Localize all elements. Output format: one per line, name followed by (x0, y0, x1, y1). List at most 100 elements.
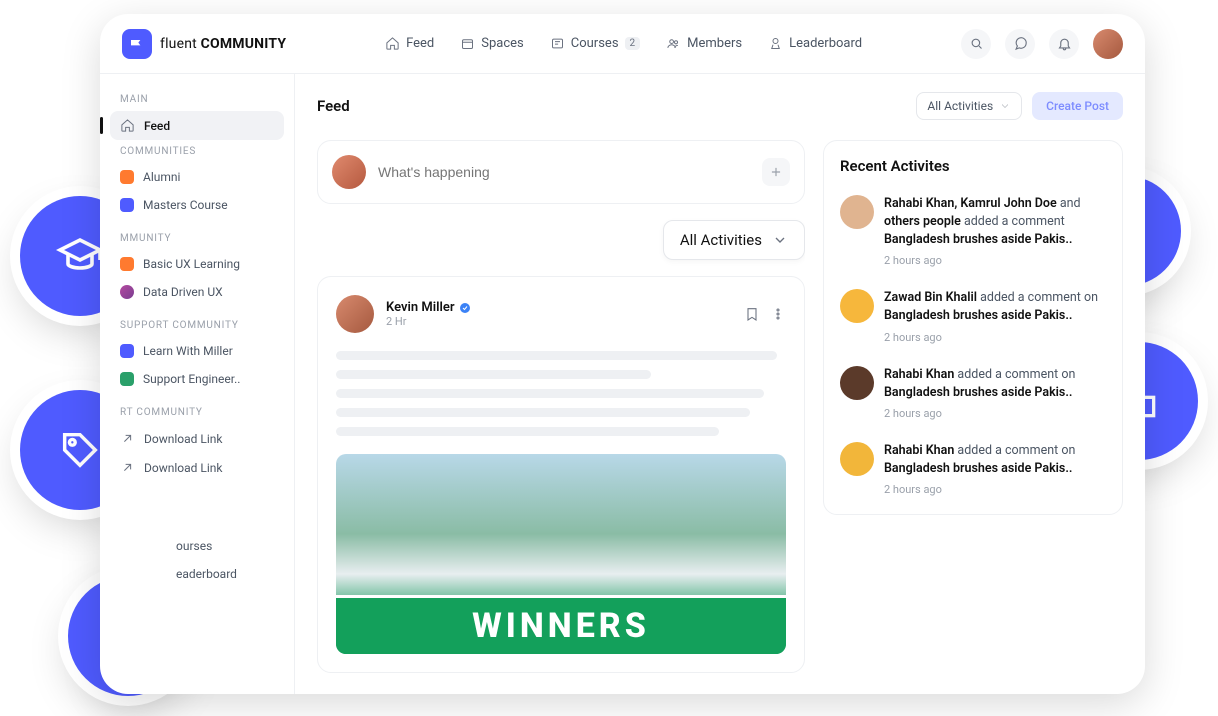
composer-input[interactable] (378, 164, 750, 180)
community-dot-icon (120, 257, 134, 271)
top-actions (961, 29, 1123, 59)
composer-avatar (332, 155, 366, 189)
filter-label: All Activities (927, 99, 993, 113)
activities-title: Recent Activites (824, 157, 1122, 185)
nav-members[interactable]: Members (666, 36, 742, 51)
nav-members-label: Members (687, 36, 742, 51)
logo[interactable]: fluent COMMUNITY (122, 29, 286, 59)
sidebar-item-bottom[interactable]: ourses (110, 532, 284, 560)
user-avatar[interactable] (1093, 29, 1123, 59)
activity-text: Rahabi Khan added a comment on Banglades… (884, 366, 1106, 422)
community-dot-icon (120, 170, 134, 184)
content-row: All Activities Kevin Miller (317, 140, 1145, 694)
post-card: Kevin Miller 2 Hr (317, 276, 805, 673)
notifications-button[interactable] (1049, 29, 1079, 59)
post-image-banner: WINNERS (336, 595, 786, 654)
sidebar-item-link[interactable]: Download Link (110, 453, 284, 482)
sidebar-heading-communities: COMMUNITIES (110, 140, 284, 163)
post-image[interactable]: WINNERS (336, 454, 786, 654)
activities-filter-top[interactable]: All Activities (916, 92, 1022, 120)
activity-time: 2 hours ago (884, 253, 1106, 269)
create-label: Create Post (1046, 99, 1109, 113)
sidebar-item-community[interactable]: Data Driven UX (110, 278, 284, 306)
search-button[interactable] (961, 29, 991, 59)
sidebar-heading-rt: RT COMMUNITY (110, 393, 284, 424)
sidebar-item-label: eaderboard (176, 567, 237, 581)
activity-avatar (840, 366, 874, 400)
more-icon[interactable] (770, 306, 786, 322)
sidebar: MAIN Feed COMMUNITIES Alumni Masters Cou… (100, 74, 295, 694)
sidebar-item-community[interactable]: Basic UX Learning (110, 250, 284, 278)
nav-courses-label: Courses (571, 36, 619, 51)
sidebar-item-bottom[interactable]: eaderboard (110, 560, 284, 588)
nav-feed[interactable]: Feed (385, 36, 434, 51)
feed-column: All Activities Kevin Miller (317, 140, 805, 694)
sidebar-item-link[interactable]: Download Link (110, 424, 284, 453)
plus-icon (769, 165, 783, 179)
activity-item[interactable]: Zawad Bin Khalil added a comment on Bang… (824, 279, 1122, 355)
filter-dd-label: All Activities (680, 231, 762, 249)
community-dot-icon (120, 198, 134, 212)
nav-leaderboard-label: Leaderboard (789, 36, 862, 51)
nav-courses[interactable]: Courses 2 (550, 36, 640, 51)
activity-item[interactable]: Rahabi Khan added a comment on Banglades… (824, 432, 1122, 508)
sidebar-item-label: Masters Course (143, 198, 228, 212)
community-avatar-icon (120, 285, 134, 299)
logo-badge-icon (122, 29, 152, 59)
sidebar-heading-main: MAIN (110, 88, 284, 111)
chevron-down-icon (999, 100, 1011, 112)
create-post-button[interactable]: Create Post (1032, 92, 1123, 120)
recent-activities-card: Recent Activites Rahabi Khan, Kamrul Joh… (823, 140, 1123, 515)
bell-icon (1057, 36, 1072, 51)
community-dot-icon (120, 344, 134, 358)
post-time: 2 Hr (386, 315, 732, 328)
sidebar-item-feed[interactable]: Feed (110, 111, 284, 140)
composer-add-button[interactable] (762, 158, 790, 186)
activity-item[interactable]: Rahabi Khan added a comment on Banglades… (824, 356, 1122, 432)
sidebar-heading-my: MMUNITY (110, 219, 284, 250)
sidebar-item-community[interactable]: Alumni (110, 163, 284, 191)
external-link-icon (120, 460, 135, 475)
filter-row: All Activities (317, 220, 805, 260)
sidebar-item-label: Support Engineer.. (143, 372, 240, 386)
post-composer[interactable] (317, 140, 805, 204)
sidebar-item-community[interactable]: Support Engineer.. (110, 365, 284, 393)
chevron-down-icon (772, 232, 788, 248)
activity-item[interactable]: Rahabi Khan, Kamrul John Doe and others … (824, 185, 1122, 279)
activity-text: Rahabi Khan, Kamrul John Doe and others … (884, 195, 1106, 269)
verified-badge-icon (459, 302, 471, 314)
page-title: Feed (317, 97, 350, 115)
activity-text: Zawad Bin Khalil added a comment on Bang… (884, 289, 1106, 345)
logo-text: fluent COMMUNITY (160, 36, 286, 52)
activity-text: Rahabi Khan added a comment on Banglades… (884, 442, 1106, 498)
sidebar-heading-support: SUPPORT COMMUNITY (110, 306, 284, 337)
home-icon (120, 118, 135, 133)
top-nav: Feed Spaces Courses 2 Members Leaderboar… (385, 36, 862, 51)
activity-time: 2 hours ago (884, 482, 1106, 498)
sidebar-item-label: ourses (176, 539, 212, 553)
sidebar-item-community[interactable]: Learn With Miller (110, 337, 284, 365)
post-top-actions (744, 306, 786, 322)
main-header: Feed All Activities Create Post (317, 92, 1145, 120)
post-header: Kevin Miller 2 Hr (336, 295, 786, 333)
sidebar-item-label: Alumni (143, 170, 180, 184)
nav-spaces[interactable]: Spaces (460, 36, 524, 51)
search-icon (969, 36, 984, 51)
post-author[interactable]: Kevin Miller (386, 300, 732, 315)
sidebar-item-community[interactable]: Masters Course (110, 191, 284, 219)
bookmark-icon[interactable] (744, 306, 760, 322)
messages-button[interactable] (1005, 29, 1035, 59)
topbar: fluent COMMUNITY Feed Spaces Courses 2 M… (100, 14, 1145, 74)
logo-bold: COMMUNITY (201, 36, 287, 52)
app-window: fluent COMMUNITY Feed Spaces Courses 2 M… (100, 14, 1145, 694)
activity-time: 2 hours ago (884, 330, 1106, 346)
sidebar-item-label: Basic UX Learning (143, 257, 240, 271)
post-avatar[interactable] (336, 295, 374, 333)
nav-leaderboard[interactable]: Leaderboard (768, 36, 862, 51)
community-dot-icon (120, 372, 134, 386)
activity-avatar (840, 442, 874, 476)
activities-filter-dropdown[interactable]: All Activities (663, 220, 805, 260)
sidebar-item-label: Download Link (144, 461, 223, 475)
nav-feed-label: Feed (406, 36, 434, 51)
external-link-icon (120, 431, 135, 446)
